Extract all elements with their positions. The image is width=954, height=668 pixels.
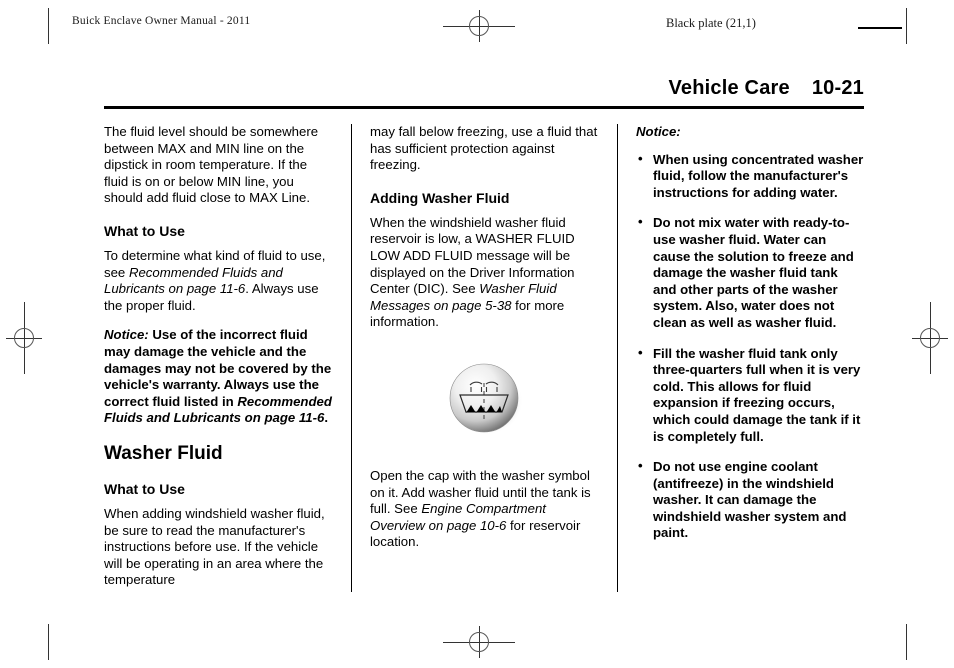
page-title-band: Vehicle Care 10-21 [104,76,864,106]
washer-fluid-cap-icon [449,363,523,435]
crop-mark-bottom-right [906,624,907,660]
column-rule [351,124,352,592]
notice-incorrect-fluid: Notice: Use of the incorrect fluid may d… [104,327,332,427]
column-three: Notice: • When using concentrated washer… [636,124,864,592]
notice-bullet-list: • When using concentrated washer fluid, … [636,150,864,542]
paragraph-dic-message: When the windshield washer fluid reservo… [370,215,598,331]
heading-washer-what-to-use: What to Use [104,480,185,497]
crop-mark-top-right [906,8,907,44]
heading-washer-fluid: Washer Fluid [104,442,223,464]
list-item: • Fill the washer fluid tank only three-… [636,344,864,446]
list-item-label: When using concentrated washer fluid, fo… [653,151,864,200]
paragraph-figure-caption: Open the cap with the washer symbol on i… [370,468,598,551]
paragraph-freezing-continued: may fall below freezing, use a fluid tha… [370,124,598,173]
registration-mark-right [910,302,950,374]
bullet-marker-icon: • [638,458,643,474]
notice-label: Notice: [636,124,681,139]
registration-mark-circle [920,328,940,348]
page-title: Vehicle Care 10-21 [668,77,864,100]
heading-adding-washer-fluid: Adding Washer Fluid [370,189,510,206]
list-item-label: Fill the washer fluid tank only three-qu… [653,345,861,444]
heading-what-to-use: What to Use [104,222,185,239]
header-rule [858,27,902,29]
column-divider-one [332,124,370,592]
column-rule [617,124,618,592]
registration-mark-left [4,302,44,374]
figure-washer-cap [370,359,598,442]
registration-mark-bottom [443,624,515,660]
registration-mark-circle [469,16,489,36]
registration-mark-circle [469,632,489,652]
list-item: • Do not mix water with ready-to-use was… [636,214,864,331]
chapter-title: Vehicle Care [668,77,790,99]
column-two: may fall below freezing, use a fluid tha… [370,124,598,592]
list-item-label: Do not mix water with ready-to-use washe… [653,215,854,330]
page-title-rule [104,106,864,109]
list-item-label: Do not use engine coolant (antifreeze) i… [653,459,847,541]
crop-mark-bottom-left [48,624,49,660]
column-one: The fluid level should be somewhere betw… [104,124,332,592]
page-body-columns: The fluid level should be somewhere betw… [104,124,864,592]
text-segment: . [324,410,328,426]
paragraph-what-to-use: To determine what kind of fluid to use, … [104,248,332,314]
running-head-black-plate: Black plate (21,1) [666,16,756,30]
bullet-marker-icon: • [638,214,643,230]
registration-mark-circle [14,328,34,348]
list-item: • When using concentrated washer fluid, … [636,150,864,202]
page-number: 10-21 [811,77,864,99]
notice-label: Notice: [104,327,149,343]
bullet-marker-icon: • [638,150,643,166]
column-divider-two [598,124,636,592]
paragraph-fluid-level: The fluid level should be somewhere betw… [104,124,319,206]
registration-mark-top [443,8,515,44]
crop-mark-top-left [48,8,49,44]
paragraph-washer-fluid-use: When adding windshield washer fluid, be … [104,505,325,588]
running-head-manual-title: Buick Enclave Owner Manual - 2011 [72,15,251,27]
bullet-marker-icon: • [638,344,643,360]
list-item: • Do not use engine coolant (antifreeze)… [636,458,864,542]
